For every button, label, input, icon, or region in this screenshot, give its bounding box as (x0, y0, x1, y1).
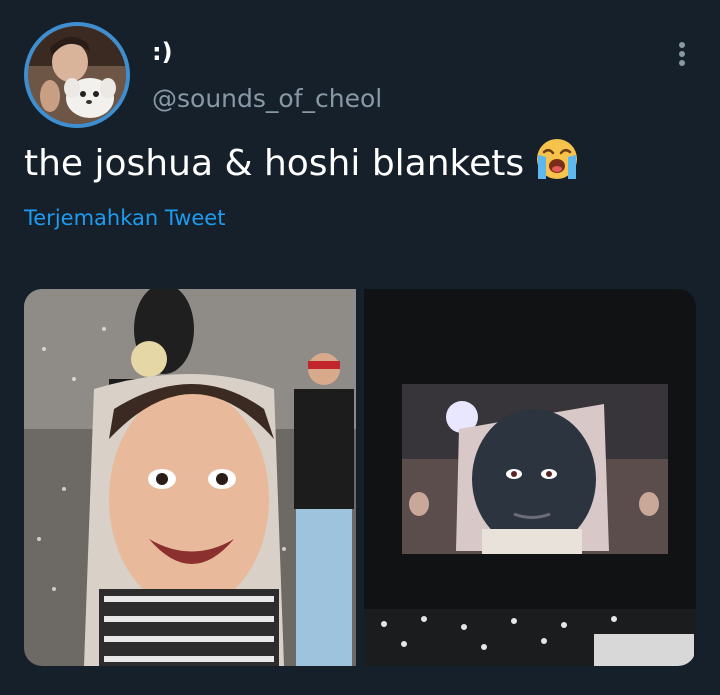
media-photo-2[interactable] (364, 289, 696, 666)
display-name[interactable]: :) (152, 38, 173, 66)
more-options-button[interactable] (674, 40, 690, 72)
user-handle[interactable]: @sounds_of_cheol (152, 84, 382, 113)
media-photo-1[interactable] (24, 289, 356, 666)
loudly-crying-face-icon (532, 137, 582, 190)
avatar-ring[interactable] (24, 22, 130, 128)
concert-photo-icon (364, 289, 696, 666)
translate-tweet-link[interactable]: Terjemahkan Tweet (24, 206, 225, 230)
concert-photo-icon (24, 289, 356, 666)
media-grid (24, 289, 696, 666)
avatar[interactable] (28, 26, 126, 124)
avatar-image (28, 26, 126, 124)
tweet: :) @sounds_of_cheol the joshua & hoshi b… (0, 0, 720, 695)
more-vertical-icon (679, 42, 685, 66)
tweet-text-block: the joshua & hoshi blankets (24, 137, 582, 190)
tweet-text: the joshua & hoshi blankets (24, 143, 525, 184)
